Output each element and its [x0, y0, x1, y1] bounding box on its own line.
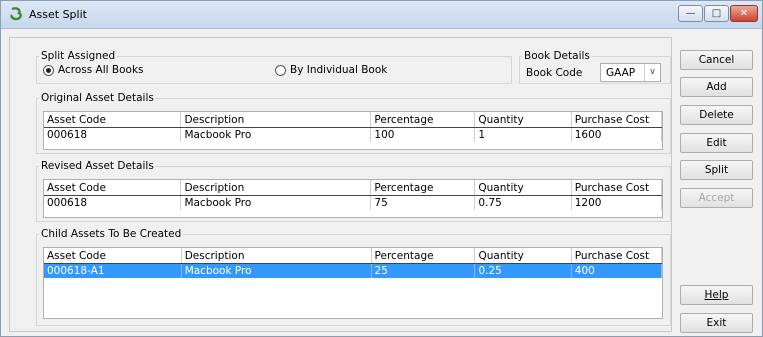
column-header[interactable]: Asset Code [44, 112, 182, 128]
chevron-down-icon: ∨ [644, 64, 660, 81]
maximize-icon: □ [711, 8, 722, 19]
column-header[interactable]: Percentage [370, 180, 476, 196]
column-header[interactable]: Quantity [474, 180, 572, 196]
table-cell: 1200 [571, 195, 663, 210]
table-cell: 1 [474, 127, 572, 142]
accept-button[interactable]: Accept [680, 188, 753, 208]
column-header[interactable]: Description [180, 112, 372, 128]
column-header[interactable]: Description [181, 248, 372, 264]
revised-asset-table[interactable]: Asset Code Description Percentage Quantity P… [43, 179, 663, 218]
table-cell: 000618 [44, 195, 182, 210]
title-bar: Asset Split — □ ✕ [1, 1, 762, 29]
original-asset-table[interactable]: Asset Code Description Percentage Quantity P… [43, 111, 663, 150]
column-header[interactable]: Percentage [371, 248, 476, 264]
exit-button[interactable]: Exit [680, 313, 753, 333]
close-button[interactable]: ✕ [730, 5, 758, 22]
table-cell: 400 [571, 263, 663, 278]
cancel-button[interactable]: Cancel [680, 50, 753, 70]
original-asset-legend: Original Asset Details [41, 92, 154, 104]
table-cell: Macbook Pro [181, 263, 372, 278]
main-panel: Split Assigned Across All Books By Indiv… [9, 37, 672, 332]
maximize-button[interactable]: □ [704, 5, 729, 22]
book-code-select[interactable]: GAAP ∨ [600, 63, 661, 82]
table-cell: 75 [370, 195, 476, 210]
split-assigned-legend: Split Assigned [41, 50, 116, 62]
revised-asset-legend: Revised Asset Details [41, 160, 154, 172]
app-icon [10, 7, 22, 21]
child-asset-table[interactable]: Asset Code Description Percentage Quantity P… [43, 247, 663, 319]
help-button[interactable]: Help [680, 285, 753, 305]
column-header[interactable]: Quantity [474, 248, 572, 264]
column-header[interactable]: Purchase Cost [571, 112, 663, 128]
table-cell: 100 [370, 127, 476, 142]
delete-button[interactable]: Delete [680, 105, 753, 125]
close-icon: ✕ [739, 8, 749, 19]
radio-unselected-icon [275, 64, 286, 76]
help-label: Help [704, 289, 729, 301]
column-header[interactable]: Asset Code [44, 180, 182, 196]
table-row[interactable]: 000618 Macbook Pro 100 1 1600 [44, 127, 663, 142]
radio-label: Across All Books [58, 64, 144, 76]
minimize-button[interactable]: — [678, 5, 703, 22]
radio-label: By Individual Book [290, 64, 388, 76]
table-cell: 000618-A1 [44, 263, 182, 278]
book-code-value: GAAP [606, 67, 636, 79]
add-button[interactable]: Add [680, 77, 753, 97]
split-button[interactable]: Split [680, 160, 753, 180]
table-cell: 0.25 [474, 263, 572, 278]
table-row[interactable]: 000618 Macbook Pro 75 0.75 1200 [44, 195, 663, 210]
table-cell: 0.75 [474, 195, 572, 210]
column-header[interactable]: Description [180, 180, 372, 196]
radio-by-individual-book[interactable]: By Individual Book [275, 64, 387, 76]
table-header-row: Asset Code Description Percentage Quantity P… [44, 180, 663, 196]
book-code-label: Book Code [526, 67, 583, 79]
radio-across-all-books[interactable]: Across All Books [43, 64, 144, 76]
column-header[interactable]: Purchase Cost [571, 248, 663, 264]
column-header[interactable]: Quantity [474, 112, 572, 128]
asset-split-window: Asset Split — □ ✕ Split Assigned Across … [0, 0, 763, 337]
column-header[interactable]: Asset Code [44, 248, 182, 264]
table-row[interactable]: 000618-A1 Macbook Pro 25 0.25 400 [44, 263, 663, 278]
column-header[interactable]: Purchase Cost [571, 180, 663, 196]
child-asset-legend: Child Assets To Be Created [41, 228, 182, 240]
book-details-legend: Book Details [524, 50, 590, 62]
window-title: Asset Split [29, 8, 87, 21]
table-cell: 000618 [44, 127, 182, 142]
minimize-icon: — [685, 8, 696, 19]
column-header[interactable]: Percentage [370, 112, 476, 128]
table-cell: 1600 [571, 127, 663, 142]
table-header-row: Asset Code Description Percentage Quantity P… [44, 112, 663, 128]
table-header-row: Asset Code Description Percentage Quantity P… [44, 248, 663, 264]
table-cell: Macbook Pro [180, 127, 372, 142]
table-cell: Macbook Pro [180, 195, 372, 210]
table-cell: 25 [371, 263, 476, 278]
radio-selected-icon [43, 64, 54, 76]
edit-button[interactable]: Edit [680, 133, 753, 153]
